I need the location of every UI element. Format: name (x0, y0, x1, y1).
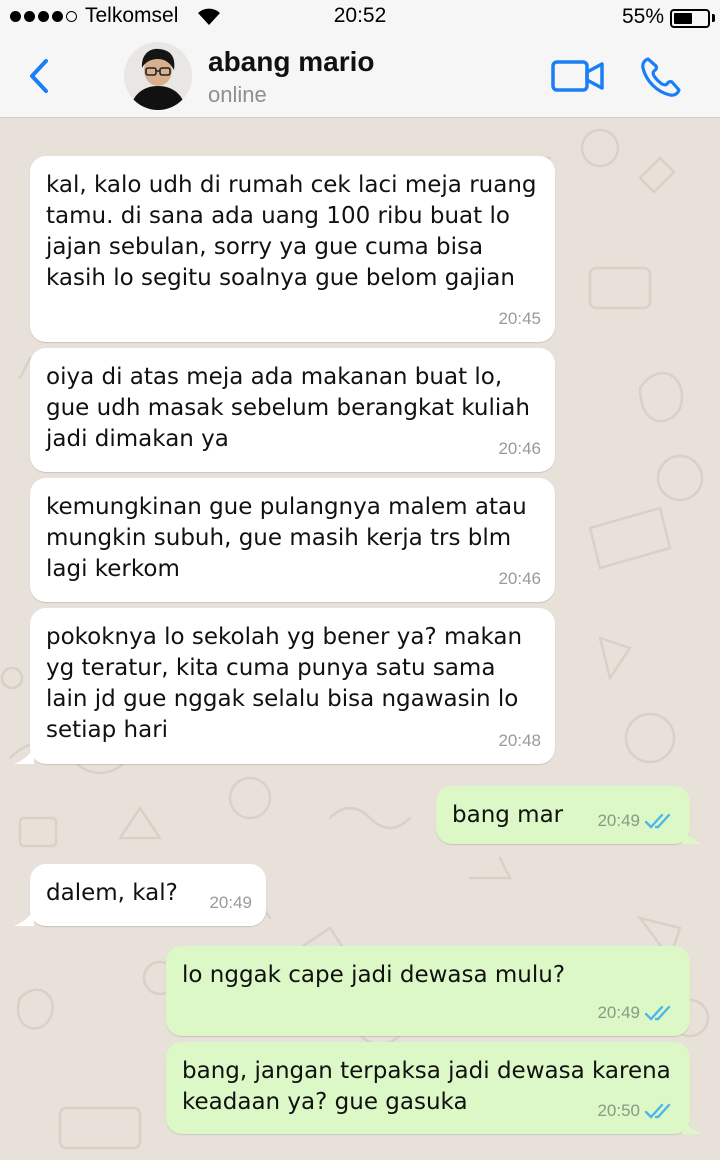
outgoing-message[interactable]: lo nggak cape jadi dewasa mulu? 20:49 (166, 946, 690, 1036)
video-call-icon[interactable] (550, 56, 606, 96)
message-time: 20:48 (498, 731, 541, 750)
incoming-message[interactable]: kemungkinan gue pulangnya malem atau mun… (30, 478, 555, 602)
incoming-message[interactable]: kal, kalo udh di rumah cek laci meja rua… (30, 156, 555, 342)
message-time: 20:46 (498, 569, 541, 588)
message-text: kemungkinan gue pulangnya malem atau mun… (46, 494, 527, 582)
message-meta: 20:50 (597, 1095, 676, 1126)
outgoing-message[interactable]: bang mar 20:49 (436, 786, 690, 844)
read-receipt-icon (644, 813, 671, 829)
message-text: lo nggak cape jadi dewasa mulu? (182, 962, 566, 988)
bubble-tail (14, 748, 34, 764)
phone-call-icon[interactable] (638, 54, 684, 100)
incoming-message[interactable]: oiya di atas meja ada makanan buat lo, g… (30, 348, 555, 472)
outgoing-message[interactable]: bang, jangan terpaksa jadi dewasa karena… (166, 1042, 690, 1134)
message-text: kal, kalo udh di rumah cek laci meja rua… (46, 172, 537, 291)
contact-avatar[interactable] (124, 42, 192, 110)
bubble-tail (14, 910, 34, 926)
message-time: 20:49 (209, 893, 252, 912)
battery-cap (712, 14, 715, 22)
read-receipt-icon (644, 1103, 671, 1119)
message-time: 20:49 (597, 1003, 640, 1022)
read-receipt-icon (644, 1005, 671, 1021)
status-bar: Telkomsel 20:52 55% (0, 0, 720, 34)
bubble-tail (682, 828, 702, 844)
message-meta: 20:46 (498, 433, 541, 464)
status-time: 20:52 (333, 4, 387, 27)
bubble-tail (682, 1118, 702, 1134)
back-button[interactable] (22, 56, 58, 96)
message-meta: 20:49 (597, 997, 676, 1028)
message-text: pokoknya lo sekolah yg bener ya? makan y… (46, 624, 523, 743)
message-meta: 20:45 (498, 303, 541, 334)
chat-area[interactable]: kal, kalo udh di rumah cek laci meja rua… (0, 118, 720, 1160)
contact-status: online (208, 82, 267, 107)
message-meta: 20:49 (597, 805, 676, 836)
battery-icon (670, 9, 710, 28)
message-time: 20:45 (498, 309, 541, 328)
chat-header: abang mario online (0, 34, 720, 118)
message-time: 20:46 (498, 439, 541, 458)
battery-percentage: 55% (621, 5, 664, 28)
avatar-photo (124, 42, 192, 110)
message-text: oiya di atas meja ada makanan buat lo, g… (46, 364, 530, 452)
contact-name[interactable]: abang mario (208, 46, 374, 78)
message-meta: 20:49 (209, 887, 252, 918)
message-time: 20:50 (597, 1101, 640, 1120)
message-time: 20:49 (597, 811, 640, 830)
incoming-message[interactable]: dalem, kal? 20:49 (30, 864, 266, 926)
message-meta: 20:46 (498, 563, 541, 594)
message-meta: 20:48 (498, 725, 541, 756)
incoming-message[interactable]: pokoknya lo sekolah yg bener ya? makan y… (30, 608, 555, 764)
